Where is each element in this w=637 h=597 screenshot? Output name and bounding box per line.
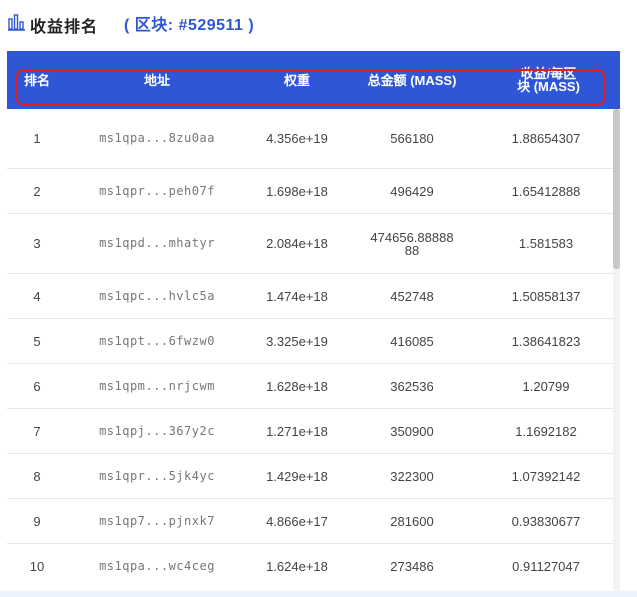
rank-cell: 4 (33, 288, 41, 304)
column-header-address: 地址 (143, 72, 170, 88)
table-row[interactable]: 3 ms1qpd...mhatyr 2.084e+18 474656.88888… (7, 214, 615, 274)
rank-cell: 10 (29, 559, 45, 574)
weight-cell: 1.624e+18 (266, 559, 328, 574)
per-block-cell: 1.65412888 (511, 183, 581, 199)
address-cell[interactable]: ms1qpc...hvlc5a (67, 274, 247, 318)
rank-cell: 7 (33, 423, 41, 439)
rank-cell: 5 (33, 333, 41, 349)
table-scrollbar[interactable] (613, 109, 620, 591)
rank-cell: 1 (33, 131, 41, 146)
table-row[interactable]: 6 ms1qpm...nrjcwm 1.628e+18 362536 1.207… (7, 364, 615, 409)
per-block-cell: 1.07392142 (511, 468, 581, 484)
weight-cell: 1.698e+18 (266, 183, 328, 199)
per-block-cell: 1.50858137 (511, 288, 581, 304)
total-cell: 416085 (390, 333, 434, 349)
total-cell: 322300 (390, 468, 434, 484)
total-cell: 452748 (390, 288, 434, 304)
weight-cell: 1.271e+18 (266, 423, 328, 439)
ranking-table: 排名 地址 权重 总金额 (MASS) 收益/每区块 (MASS) 1 ms1q… (7, 51, 620, 591)
total-cell: 281600 (390, 513, 434, 529)
rank-cell: 3 (33, 236, 41, 251)
address-cell[interactable]: ms1qpr...peh07f (67, 169, 247, 213)
scrollbar-thumb[interactable] (613, 109, 620, 269)
total-cell: 362536 (390, 378, 434, 394)
per-block-cell: 1.581583 (518, 236, 574, 251)
table-row[interactable]: 8 ms1qpr...5jk4yc 1.429e+18 322300 1.073… (7, 454, 615, 499)
weight-cell: 2.084e+18 (266, 236, 328, 251)
total-cell: 350900 (390, 423, 434, 439)
per-block-cell: 1.38641823 (511, 333, 581, 349)
bottom-strip (0, 591, 637, 597)
per-block-cell: 0.93830677 (511, 513, 581, 529)
rank-cell: 2 (33, 183, 41, 199)
table-row[interactable]: 9 ms1qp7...pjnxk7 4.866e+17 281600 0.938… (7, 499, 615, 544)
per-block-cell: 1.20799 (522, 378, 570, 394)
address-cell[interactable]: ms1qpd...mhatyr (67, 214, 247, 273)
table-row[interactable]: 1 ms1qpa...8zu0aa 4.356e+19 566180 1.886… (7, 109, 615, 169)
weight-cell: 1.429e+18 (266, 468, 328, 484)
per-block-cell: 1.88654307 (511, 131, 581, 146)
table-header: 排名 地址 权重 总金额 (MASS) 收益/每区块 (MASS) (7, 51, 620, 109)
page-header: 收益排名 ( 区块: #529511 ) (0, 0, 637, 50)
bar-chart-icon (8, 14, 25, 31)
address-cell[interactable]: ms1qp7...pjnxk7 (67, 499, 247, 543)
address-cell[interactable]: ms1qpj...367y2c (67, 409, 247, 453)
column-header-rank: 排名 (23, 72, 50, 88)
address-cell[interactable]: ms1qpt...6fwzw0 (67, 319, 247, 363)
rank-cell: 9 (33, 513, 41, 529)
table-row[interactable]: 5 ms1qpt...6fwzw0 3.325e+19 416085 1.386… (7, 319, 615, 364)
total-cell: 474656.8888888 (370, 229, 454, 258)
table-row[interactable]: 2 ms1qpr...peh07f 1.698e+18 496429 1.654… (7, 169, 615, 214)
table-row[interactable]: 7 ms1qpj...367y2c 1.271e+18 350900 1.169… (7, 409, 615, 454)
weight-cell: 4.356e+19 (266, 131, 328, 146)
total-cell: 566180 (390, 131, 434, 146)
weight-cell: 1.628e+18 (266, 378, 328, 394)
block-height-label: ( 区块: #529511 ) (124, 17, 255, 34)
rank-cell: 6 (33, 378, 41, 394)
total-cell: 273486 (390, 559, 434, 574)
column-header-weight: 权重 (283, 72, 310, 88)
weight-cell: 4.866e+17 (266, 513, 328, 529)
column-header-total: 总金额 (MASS) (367, 72, 457, 88)
total-cell: 496429 (390, 183, 434, 199)
address-cell[interactable]: ms1qpr...5jk4yc (67, 454, 247, 498)
column-header-per-block: 收益/每区块 (MASS) (517, 66, 580, 94)
page-title: 收益排名 (30, 19, 99, 36)
per-block-cell: 1.1692182 (515, 423, 577, 439)
address-cell[interactable]: ms1qpa...8zu0aa (67, 109, 247, 168)
address-cell[interactable]: ms1qpa...wc4ceg (67, 544, 247, 589)
weight-cell: 3.325e+19 (266, 333, 328, 349)
address-cell[interactable]: ms1qpm...nrjcwm (67, 364, 247, 408)
rank-cell: 8 (33, 468, 41, 484)
table-row[interactable]: 4 ms1qpc...hvlc5a 1.474e+18 452748 1.508… (7, 274, 615, 319)
weight-cell: 1.474e+18 (266, 288, 328, 304)
table-row[interactable]: 10 ms1qpa...wc4ceg 1.624e+18 273486 0.91… (7, 544, 615, 589)
per-block-cell: 0.91127047 (512, 559, 580, 574)
